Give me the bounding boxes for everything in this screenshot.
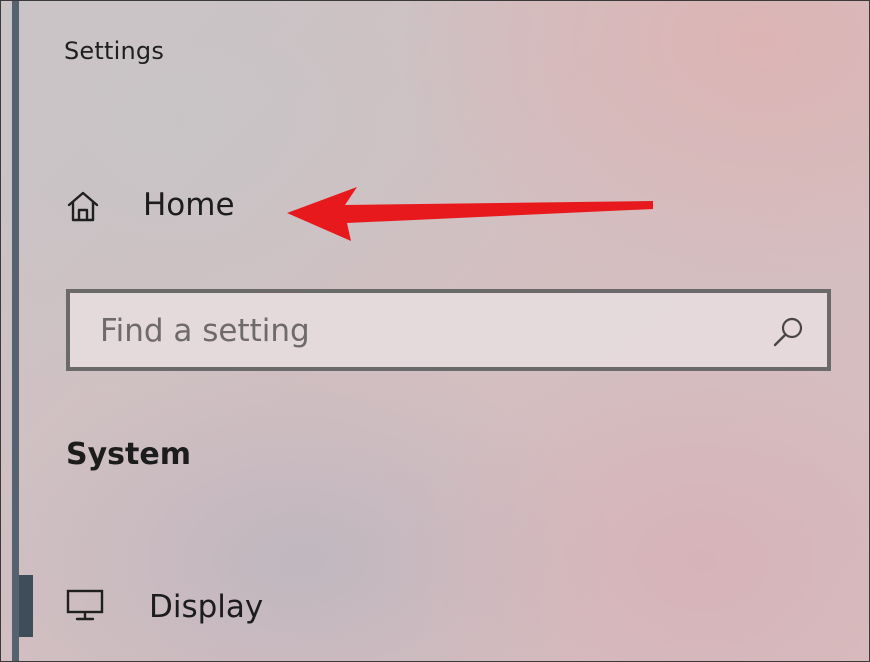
app-title: Settings bbox=[64, 37, 165, 65]
nav-item-display-label: Display bbox=[149, 589, 264, 625]
left-accent-rail bbox=[12, 1, 19, 661]
search-box[interactable] bbox=[66, 289, 831, 371]
search-input[interactable] bbox=[100, 311, 740, 351]
section-heading-system: System bbox=[66, 437, 191, 472]
home-icon bbox=[67, 191, 99, 222]
nav-item-home[interactable]: Home bbox=[59, 177, 319, 237]
nav-item-home-label: Home bbox=[143, 187, 235, 223]
search-icon[interactable] bbox=[771, 315, 805, 349]
settings-window: Settings Home System Display bbox=[0, 0, 870, 662]
red-arrow-annotation bbox=[287, 187, 653, 241]
selected-item-indicator bbox=[19, 575, 33, 637]
nav-item-display[interactable]: Display bbox=[59, 577, 359, 637]
monitor-icon bbox=[66, 589, 104, 621]
